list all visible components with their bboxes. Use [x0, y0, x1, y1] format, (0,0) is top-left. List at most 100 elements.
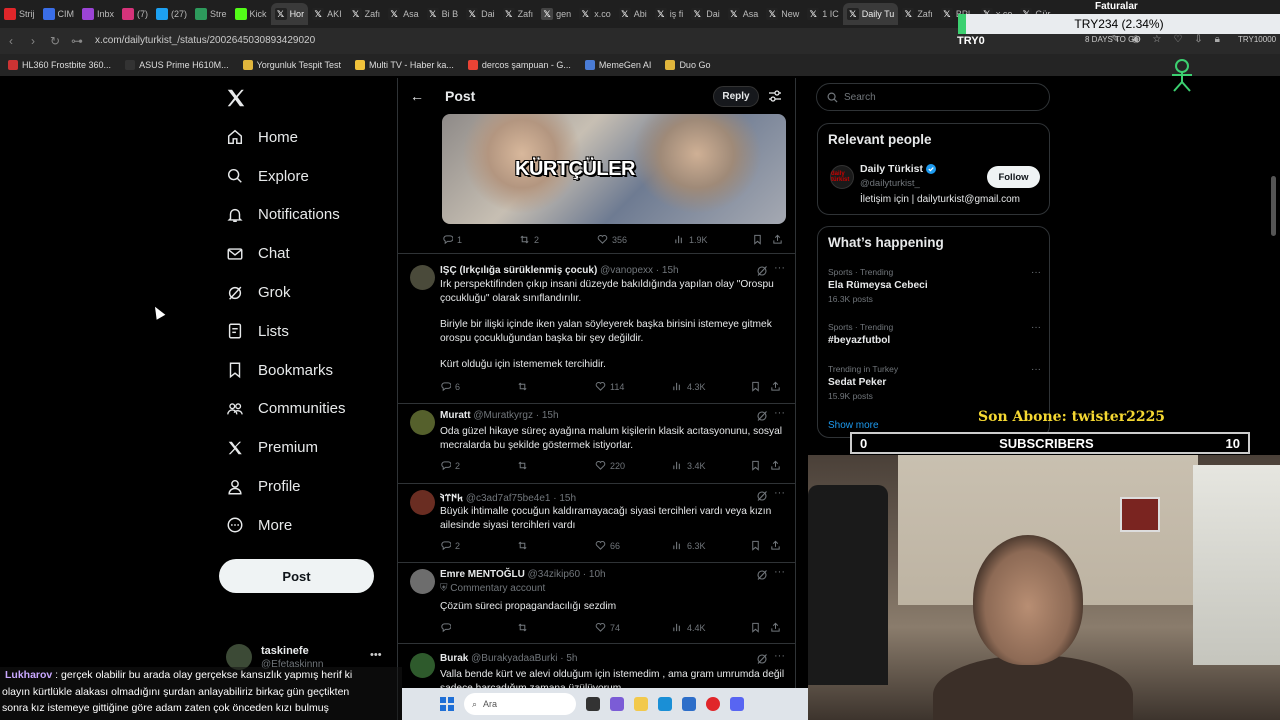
post-image[interactable]: KÜRTÇÜLER — [442, 114, 786, 224]
more-options-icon[interactable]: ··· — [774, 407, 785, 419]
back-nav-icon[interactable]: ‹ — [0, 34, 22, 48]
reply-author[interactable]: Burak — [440, 653, 468, 664]
repost-action[interactable]: 2 — [519, 234, 539, 245]
lock-icon[interactable]: 🔒︎ — [1215, 34, 1220, 45]
reply-handle[interactable]: @34zikip60 — [528, 569, 580, 580]
copilot-icon[interactable] — [610, 697, 624, 711]
browser-tab[interactable]: 𝕏 Hor — [270, 3, 309, 25]
browser-tab[interactable]: CIM — [39, 3, 79, 25]
like-action[interactable]: 66 — [595, 540, 620, 551]
bookmark-item[interactable]: Yorgunluk Tespit Test — [242, 60, 341, 70]
sidebar-item-premium[interactable]: Premium — [220, 428, 380, 467]
sidebar-item-grok[interactable]: Grok — [220, 273, 380, 312]
sidebar-item-lists[interactable]: Lists — [220, 312, 380, 351]
trend-item[interactable]: Sports · Trending #beyazfutbol ··· — [828, 322, 1043, 346]
grok-icon[interactable] — [756, 490, 768, 502]
post-button[interactable]: Post — [219, 559, 374, 593]
reply-item[interactable]: Muratt @Muratkyrgz · 15h ··· Oda güzel hik… — [398, 407, 795, 484]
share-action[interactable] — [770, 381, 781, 392]
browser-tab[interactable]: 𝕏gen — [537, 3, 575, 25]
more-options-icon[interactable]: ··· — [774, 566, 785, 578]
share-action[interactable] — [770, 540, 781, 551]
reply-handle[interactable]: @Muratkyrgz — [473, 410, 533, 421]
heart-icon[interactable]: ♡ — [1173, 34, 1182, 45]
browser-tab[interactable]: 𝕏1 IC — [803, 3, 843, 25]
edge-icon[interactable] — [658, 697, 672, 711]
more-options-icon[interactable]: ··· — [774, 650, 785, 662]
reply-author[interactable]: IŞÇ (Irkçılığa sürüklenmiş çocuk) — [440, 265, 597, 276]
trend-item[interactable]: Trending in Turkey Sedat Peker 15.9K posts… — [828, 364, 1043, 401]
browser-tab[interactable]: 𝕏 Zafı — [346, 3, 385, 25]
grok-icon[interactable] — [756, 410, 768, 422]
reply-action[interactable]: 2 — [440, 460, 460, 471]
more-options-icon[interactable]: ··· — [774, 262, 785, 274]
reply-time[interactable]: 15h — [542, 410, 559, 421]
bookmark-action[interactable] — [750, 460, 761, 471]
views-action[interactable]: 3.4K — [672, 460, 706, 471]
avatar[interactable] — [410, 265, 435, 290]
browser-tab[interactable]: 𝕏 Asa — [384, 3, 423, 25]
store-icon[interactable] — [682, 697, 696, 711]
share-action[interactable] — [772, 234, 783, 245]
like-action[interactable]: 74 — [595, 622, 620, 633]
like-action[interactable]: 114 — [595, 381, 624, 392]
repost-action[interactable] — [517, 381, 532, 392]
opera-icon[interactable] — [706, 697, 720, 711]
browser-tab[interactable]: 𝕏x.co — [575, 3, 615, 25]
browser-tab[interactable]: (7) — [118, 3, 152, 25]
bookmark-item[interactable]: Duo Go — [665, 60, 710, 70]
bookmark-item[interactable]: MemeGen AI — [584, 60, 651, 70]
browser-tab[interactable]: 𝕏 Zafı — [898, 3, 937, 25]
browser-tab[interactable]: 𝕏 Dai — [462, 3, 499, 25]
browser-tab[interactable]: 𝕏 Daily Tu — [842, 3, 899, 25]
repost-action[interactable] — [517, 460, 532, 471]
reply-author[interactable]: 𐱅𐰇𐰼𐰚 — [440, 493, 463, 504]
browser-tab[interactable]: 𝕏 Zafı — [499, 3, 538, 25]
views-action[interactable]: 4.4K — [672, 622, 706, 633]
avatar[interactable] — [410, 490, 435, 515]
avatar[interactable] — [410, 569, 435, 594]
scrollbar-thumb[interactable] — [1271, 176, 1276, 236]
browser-tab[interactable]: Stre — [191, 3, 231, 25]
more-options-icon[interactable]: ··· — [774, 487, 785, 499]
download-icon[interactable]: ⇩ — [1194, 34, 1202, 45]
x-logo-icon[interactable] — [225, 87, 247, 109]
sidebar-item-more[interactable]: More — [220, 506, 380, 545]
discord-icon[interactable] — [730, 697, 744, 711]
reply-author[interactable]: Emre MENTOĞLU — [440, 569, 525, 580]
reply-item[interactable]: IŞÇ (Irkçılığa sürüklenmiş çocuk) @vanop… — [398, 262, 795, 404]
browser-tab[interactable]: Kick — [231, 3, 271, 25]
reply-time[interactable]: 15h — [559, 493, 576, 504]
back-arrow-icon[interactable]: ← — [410, 88, 424, 104]
taskbar-search-input[interactable]: ⌕ Ara — [464, 693, 576, 715]
forward-nav-icon[interactable]: › — [22, 34, 44, 48]
star-icon[interactable]: ☆ — [1152, 34, 1161, 45]
bookmark-item[interactable]: ASUS Prime H610M... — [125, 60, 229, 70]
reply-time[interactable]: 10h — [589, 569, 606, 580]
more-options-icon[interactable]: ··· — [1031, 267, 1041, 278]
sidebar-item-chat[interactable]: Chat — [220, 234, 380, 273]
more-dots-icon[interactable]: ••• — [370, 649, 382, 661]
grok-icon[interactable] — [756, 569, 768, 581]
browser-tab[interactable]: 𝕏 Bi B — [423, 3, 463, 25]
task-view-icon[interactable] — [586, 697, 600, 711]
sidebar-item-notifications[interactable]: Notifications — [220, 196, 380, 235]
browser-tab[interactable]: 𝕏 Dai — [687, 3, 724, 25]
person-name-row[interactable]: Daily Türkist — [860, 163, 937, 175]
sidebar-item-bookmarks[interactable]: Bookmarks — [220, 351, 380, 390]
reply-item[interactable]: Emre MENTOĞLU @34zikip60 · 10h ··· ⛨ Comme… — [398, 566, 795, 644]
more-options-icon[interactable]: ··· — [1031, 322, 1041, 333]
like-action[interactable]: 220 — [595, 460, 625, 471]
bookmark-action[interactable] — [752, 234, 763, 245]
repost-action[interactable] — [517, 540, 532, 551]
reply-action[interactable]: 1 — [442, 234, 462, 245]
sidebar-item-communities[interactable]: Communities — [220, 390, 380, 429]
more-options-icon[interactable]: ··· — [1031, 364, 1041, 375]
browser-tab[interactable]: 𝕏 Abi — [615, 3, 651, 25]
reply-handle[interactable]: @c3ad7af75be4e1 — [466, 493, 551, 504]
search-input[interactable]: Search — [816, 83, 1050, 111]
filter-settings-icon[interactable] — [768, 89, 782, 103]
reply-action[interactable]: 2 — [440, 540, 460, 551]
views-action[interactable]: 4.3K — [672, 381, 706, 392]
bookmark-action[interactable] — [750, 622, 761, 633]
